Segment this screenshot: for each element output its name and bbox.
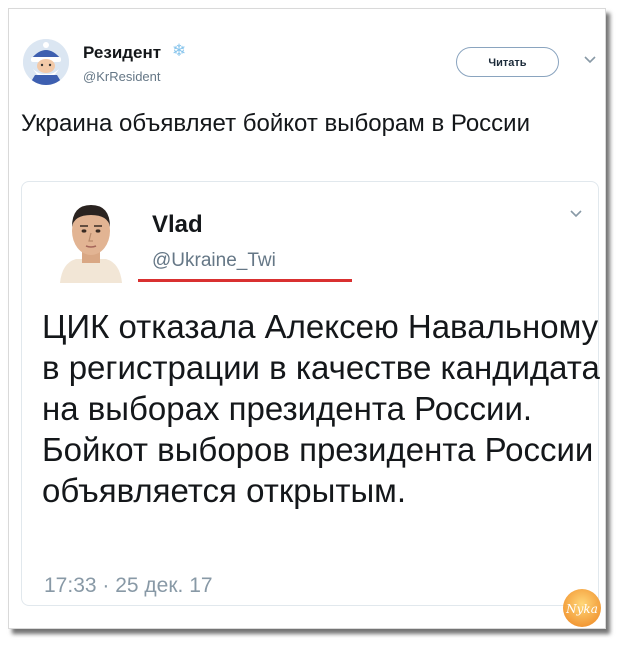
red-underline-annotation [138,279,352,282]
quoted-author-handle[interactable]: @Ukraine_Twi [152,250,276,272]
author-avatar[interactable] [23,39,69,85]
quoted-tweet-timestamp[interactable]: 17:33 · 25 дек. 17 [44,574,213,598]
tweet-text: Украина объявляет бойкот выборам в Росси… [21,110,530,137]
author-name[interactable]: Резидент [83,43,161,63]
follow-button[interactable]: Читать [456,47,559,77]
nyka-watermark-logo: Nyka [563,589,601,627]
quoted-chevron-down-icon[interactable] [569,207,583,221]
svg-text:Nyka: Nyka [565,602,598,616]
quoted-author-avatar[interactable] [56,193,126,283]
santa-avatar-icon [23,39,69,85]
tweet-screenshot-frame: Резидент ❄ @KrResident Читать Украина об… [8,8,606,629]
quoted-tweet-text: ЦИК отказала Алексею Навальному в регист… [42,308,600,509]
quoted-tweet-card[interactable]: Vlad @Ukraine_Twi ЦИК отказала Алексею Н… [21,181,600,606]
person-avatar-icon [56,193,126,283]
quoted-author-name[interactable]: Vlad [152,211,203,239]
author-handle[interactable]: @KrResident [83,69,161,84]
chevron-down-icon[interactable] [583,53,597,67]
snowflake-icon: ❄ [172,41,187,60]
